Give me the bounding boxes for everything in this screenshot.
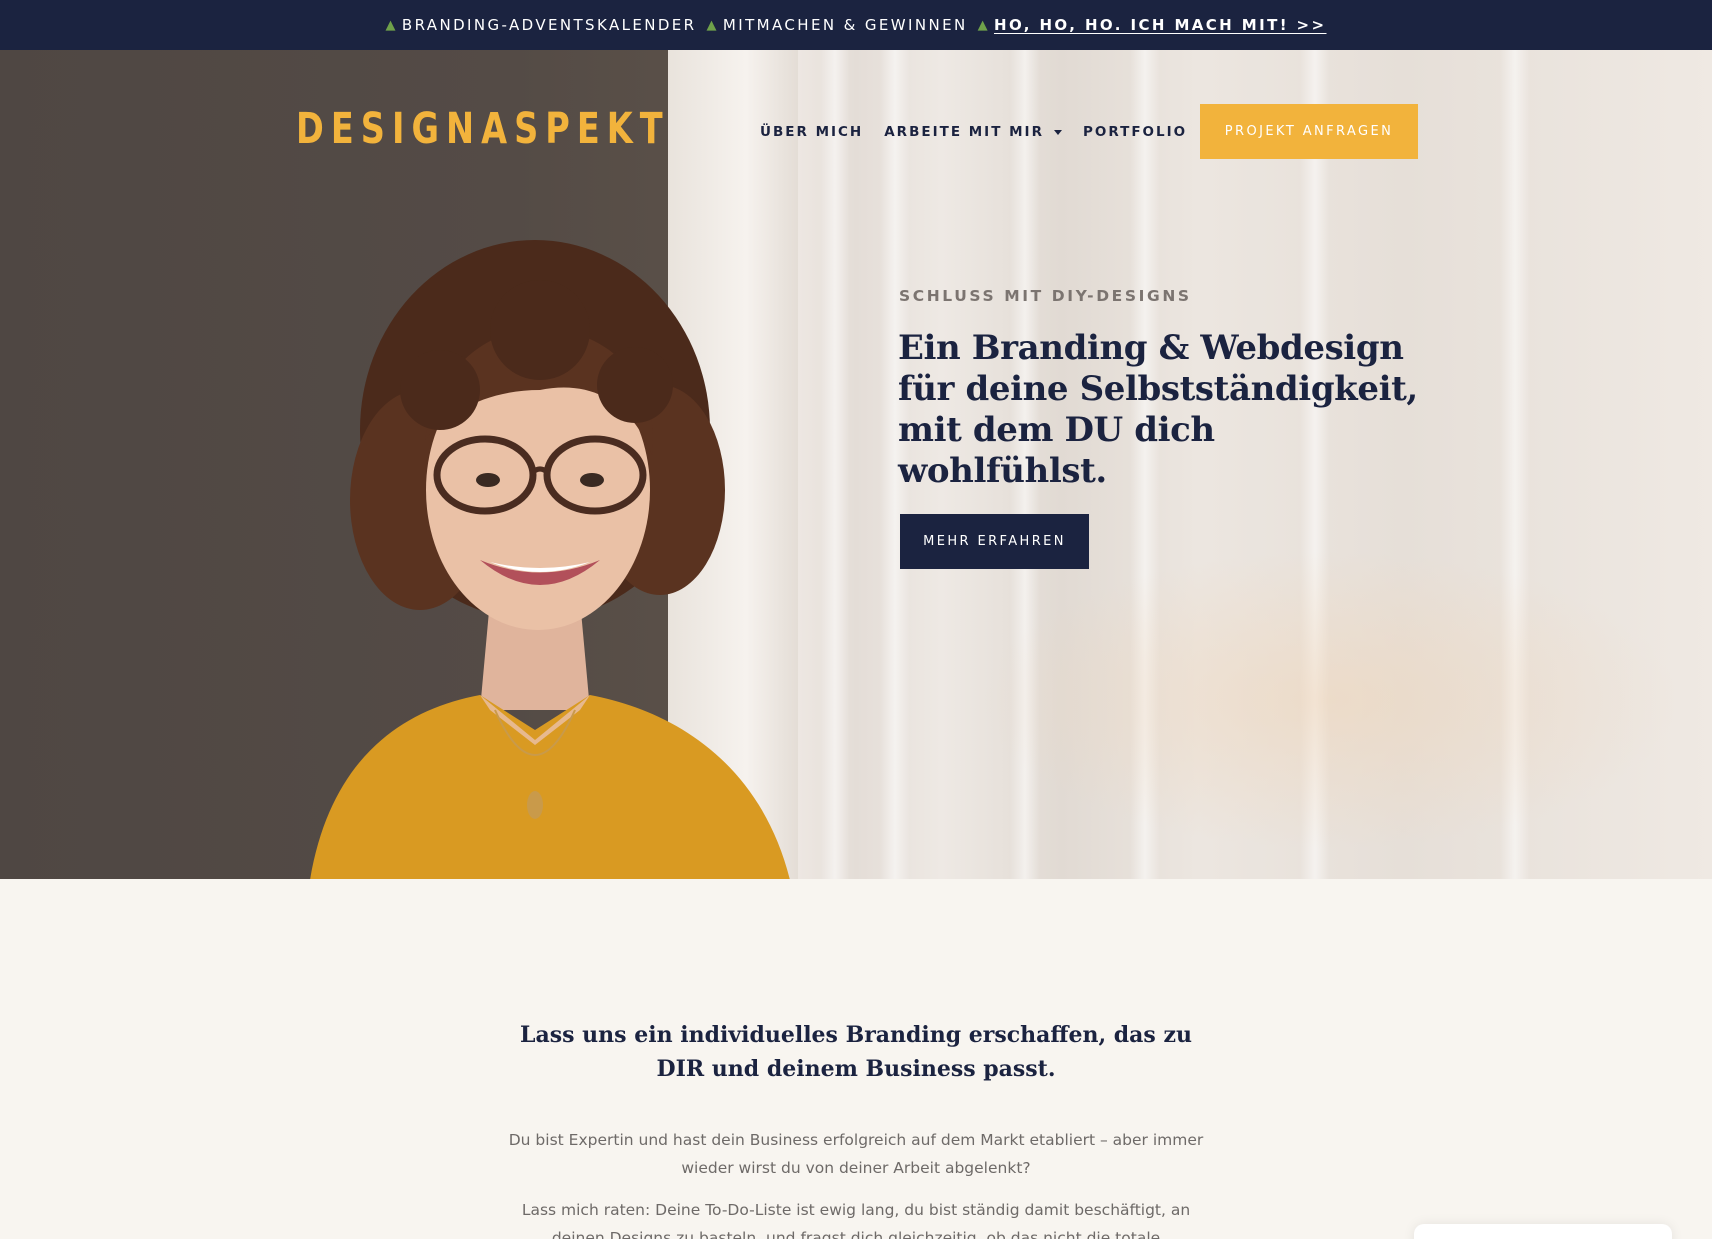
curtain-fold	[820, 50, 850, 879]
announcement-bar: ▲ BRANDING-ADVENTSKALENDER ▲ MITMACHEN &…	[0, 0, 1712, 50]
project-request-button[interactable]: PROJEKT ANFRAGEN	[1200, 104, 1418, 159]
intro-paragraph-2: Lass mich raten: Deine To-Do-Liste ist e…	[521, 1201, 1191, 1239]
hero-section: DESIGNASPEKT ÜBER MICH ARBEITE MIT MIR P…	[0, 50, 1712, 879]
light-glow	[980, 550, 1680, 850]
chevron-down-icon	[1053, 129, 1062, 135]
intro-paragraph-1: Du bist Expertin und hast dein Business …	[508, 1131, 1204, 1177]
nav-item-label: ARBEITE MIT MIR	[884, 124, 1044, 140]
tree-icon: ▲	[706, 17, 719, 33]
nav-item-ueber-mich[interactable]: ÜBER MICH	[760, 124, 863, 140]
main-nav: ÜBER MICH ARBEITE MIT MIR PORTFOLIO	[760, 124, 1187, 140]
tree-icon: ▲	[385, 17, 398, 33]
nav-item-portfolio[interactable]: PORTFOLIO	[1083, 124, 1187, 140]
tree-icon: ▲	[977, 17, 990, 33]
announcement-segment-1: BRANDING-ADVENTSKALENDER	[401, 16, 697, 34]
announcement-segment-2: MITMACHEN & GEWINNEN	[722, 16, 968, 34]
nav-item-label: ÜBER MICH	[760, 124, 864, 140]
hero-eyebrow: SCHLUSS MIT DIY-DESIGNS	[899, 287, 1192, 305]
nav-item-arbeite-mit-mir[interactable]: ARBEITE MIT MIR	[884, 124, 1062, 140]
site-logo[interactable]: DESIGNASPEKT	[296, 104, 670, 154]
hero-portrait-image	[310, 240, 790, 879]
nav-item-label: PORTFOLIO	[1082, 124, 1188, 140]
announcement-link[interactable]: HO, HO, HO. ICH MACH MIT! >>	[994, 16, 1327, 34]
intro-title: Lass uns ein individuelles Branding ersc…	[520, 1022, 1192, 1082]
hero-headline: Ein Branding & Webdesign für deine Selbs…	[898, 328, 1418, 491]
learn-more-button[interactable]: MEHR ERFAHREN	[900, 514, 1089, 569]
chat-widget[interactable]	[1414, 1224, 1672, 1239]
